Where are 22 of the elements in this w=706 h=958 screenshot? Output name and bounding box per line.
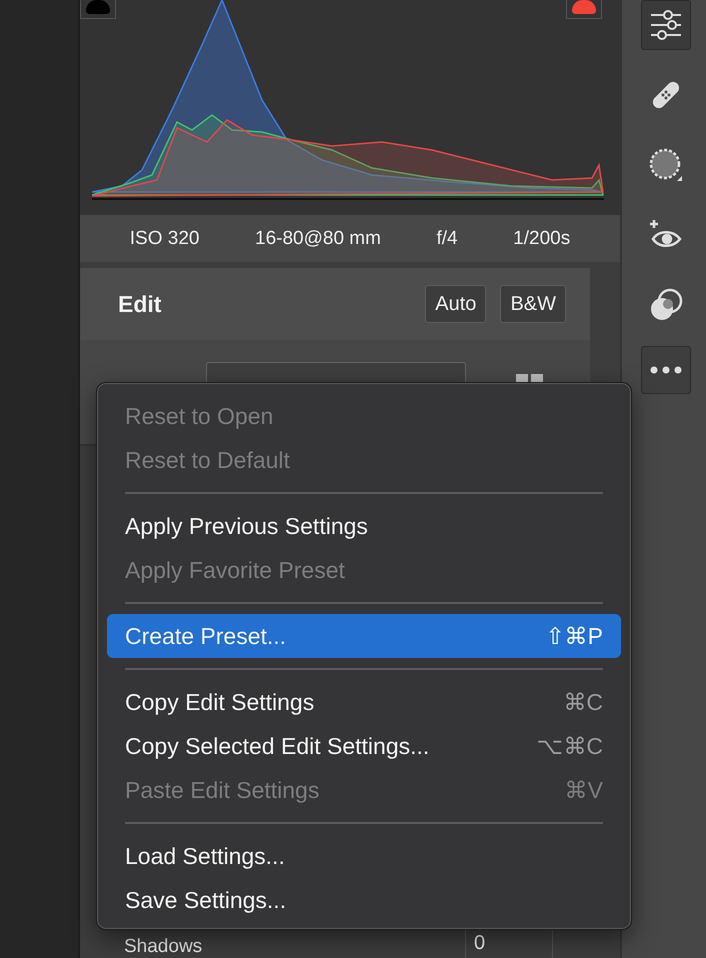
masking-icon bbox=[648, 147, 684, 183]
presets-icon bbox=[648, 287, 684, 323]
sliders-icon bbox=[648, 7, 684, 43]
menu-item[interactable]: Copy Edit Settings ⌘C bbox=[107, 680, 621, 724]
edit-button[interactable]: Auto bbox=[425, 285, 486, 323]
more-icon bbox=[650, 366, 682, 374]
shadow-clipping-toggle[interactable] bbox=[80, 0, 116, 19]
panel-title: Edit bbox=[118, 290, 162, 318]
more-button[interactable] bbox=[641, 346, 691, 394]
exposure-info: 1/200s bbox=[513, 228, 570, 250]
menu-item[interactable]: Copy Selected Edit Settings... ⌥⌘C bbox=[107, 724, 621, 768]
highlight-clipping-toggle[interactable] bbox=[566, 0, 602, 19]
menu-item[interactable]: Save Settings... bbox=[107, 878, 621, 922]
tool-button[interactable] bbox=[641, 0, 691, 50]
exposure-info: f/4 bbox=[436, 228, 458, 250]
exposure-info: ISO 320 bbox=[130, 228, 200, 250]
slider-label: Shadows bbox=[124, 936, 204, 958]
menu-item[interactable]: Create Preset... ⇧⌘P bbox=[107, 614, 621, 658]
exposure-info: 16-80@80 mm bbox=[255, 228, 381, 250]
menu-item[interactable]: Load Settings... bbox=[107, 834, 621, 878]
menu-item[interactable]: Apply Previous Settings bbox=[107, 504, 621, 548]
edit-button[interactable]: B&W bbox=[500, 285, 566, 323]
